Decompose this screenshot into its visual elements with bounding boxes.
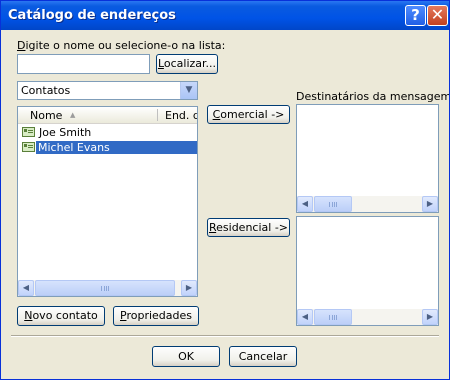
window-title: Catálogo de endereços bbox=[8, 8, 176, 23]
properties-button[interactable]: Propriedades bbox=[113, 306, 199, 326]
find-button[interactable]: Localizar... bbox=[156, 54, 218, 74]
scroll-left-icon[interactable]: ◀ bbox=[18, 280, 34, 296]
scroll-right-icon[interactable]: ▶ bbox=[422, 309, 438, 325]
contact-row-joe-smith[interactable]: Joe Smith bbox=[18, 125, 197, 139]
contact-name: Michel Evans bbox=[36, 141, 197, 154]
contact-card-icon bbox=[22, 142, 35, 152]
residential-horizontal-scrollbar[interactable]: ◀ ▶ bbox=[297, 309, 438, 325]
contacts-folder-value: Contatos bbox=[21, 84, 71, 97]
close-button[interactable]: ✕ bbox=[427, 5, 448, 26]
contact-name: Joe Smith bbox=[39, 126, 92, 139]
cancel-button[interactable]: Cancelar bbox=[229, 346, 297, 367]
residential-recipients-list[interactable]: ◀ ▶ bbox=[296, 216, 439, 326]
contacts-list-header: Nome ▲ End. de bbox=[18, 107, 197, 124]
scroll-thumb[interactable] bbox=[314, 309, 352, 325]
dropdown-arrow-icon[interactable]: ▼ bbox=[180, 82, 197, 99]
help-button[interactable]: ? bbox=[405, 5, 426, 26]
commercial-recipients-list[interactable]: ◀ ▶ bbox=[296, 104, 439, 213]
address-book-dialog: Catálogo de endereços ? ✕ Digite o nome … bbox=[0, 0, 450, 380]
column-address[interactable]: End. de bbox=[165, 109, 197, 122]
title-bar[interactable]: Catálogo de endereços ? ✕ bbox=[1, 1, 449, 30]
scroll-right-icon[interactable]: ▶ bbox=[181, 280, 197, 296]
contacts-list[interactable]: Nome ▲ End. de Joe Smith Michel Evans ◀ … bbox=[17, 106, 198, 297]
recipients-label: Destinatários da mensagem: bbox=[296, 90, 450, 103]
contacts-horizontal-scrollbar[interactable]: ◀ ▶ bbox=[18, 280, 197, 296]
contacts-folder-select[interactable]: Contatos ▼ bbox=[17, 81, 198, 100]
search-label: Digite o nome ou selecione-o na lista: bbox=[17, 39, 226, 52]
footer-divider bbox=[11, 335, 439, 337]
new-contact-button[interactable]: Novo contato bbox=[17, 306, 105, 326]
grip-icon bbox=[101, 286, 109, 291]
scroll-thumb[interactable] bbox=[35, 280, 175, 296]
grip-icon bbox=[329, 315, 337, 320]
add-commercial-button[interactable]: Comercial -> bbox=[207, 105, 290, 124]
scroll-left-icon[interactable]: ◀ bbox=[297, 309, 313, 325]
contact-card-icon bbox=[22, 127, 35, 137]
column-divider[interactable] bbox=[157, 109, 158, 121]
search-input[interactable] bbox=[17, 54, 150, 74]
add-residential-button[interactable]: Residencial -> bbox=[207, 218, 290, 237]
close-icon: ✕ bbox=[430, 5, 445, 24]
column-name[interactable]: Nome bbox=[30, 109, 62, 122]
grip-icon bbox=[329, 202, 337, 207]
scroll-right-icon[interactable]: ▶ bbox=[422, 196, 438, 212]
contact-row-michel-evans[interactable]: Michel Evans bbox=[18, 140, 197, 154]
sort-ascending-icon: ▲ bbox=[70, 111, 76, 119]
scroll-thumb[interactable] bbox=[314, 196, 352, 212]
commercial-horizontal-scrollbar[interactable]: ◀ ▶ bbox=[297, 196, 438, 212]
scroll-left-icon[interactable]: ◀ bbox=[297, 196, 313, 212]
ok-button[interactable]: OK bbox=[152, 346, 220, 367]
help-icon: ? bbox=[411, 6, 420, 24]
